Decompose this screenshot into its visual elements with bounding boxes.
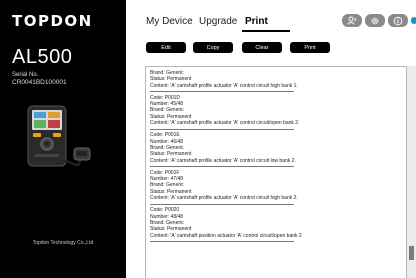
edit-button[interactable]: Edit: [146, 42, 186, 53]
tab-my-device[interactable]: My Device: [146, 16, 193, 27]
tab-upgrade[interactable]: Upgrade: [199, 16, 237, 27]
print-button[interactable]: Print: [290, 42, 330, 53]
copy-button[interactable]: Copy: [193, 42, 233, 53]
entry-line: Content: 'A' camshaft profile actuator '…: [150, 82, 298, 89]
user-icon[interactable]: [342, 14, 362, 27]
list-item: Code: P001D Number: 45/48 Brand: Generic…: [150, 95, 405, 126]
clear-button[interactable]: Clear: [242, 42, 282, 53]
print-content-area[interactable]: Brand: Generic Status: Permanent Content…: [145, 66, 407, 278]
list-item: Code: P001E Number: 46/48 Brand: Generic…: [150, 132, 405, 163]
active-tab-indicator: [242, 30, 290, 32]
info-icon[interactable]: [388, 14, 408, 27]
entry-line: Content: 'A' camshaft profile actuator '…: [150, 195, 298, 202]
list-item: Brand: Generic Status: Permanent Content…: [150, 70, 405, 89]
tab-print[interactable]: Print: [245, 16, 268, 27]
list-item: Code: P001F Number: 47/48 Brand: Generic…: [150, 170, 405, 201]
serial-label: Serial No.: [12, 72, 39, 78]
separator: [150, 91, 294, 93]
list-item: Code: P0020 Number: 48/48 Brand: Generic…: [150, 207, 405, 238]
separator: [150, 166, 294, 168]
separator: [150, 203, 294, 205]
scanner-device-image: [27, 105, 91, 167]
company-name: Topdon Technology Co.,Ltd: [32, 240, 94, 246]
entry-line: Content: 'A' camshaft position actuator …: [150, 232, 304, 239]
device-model: AL500: [12, 46, 73, 68]
separator: [150, 241, 294, 243]
report-text: Brand: Generic Status: Permanent Content…: [150, 70, 405, 245]
serial-value: CR0041BD100001: [12, 79, 67, 86]
entry-line: Content: 'A' camshaft profile actuator '…: [150, 157, 296, 164]
scrollbar-thumb[interactable]: [409, 246, 414, 260]
status-dot: [411, 17, 416, 24]
entry-line: Content: 'A' camshaft profile actuator '…: [150, 120, 300, 127]
separator: [150, 128, 294, 130]
brand-logo: TOPDON: [12, 12, 93, 30]
device-sidebar: TOPDON AL500 Serial No. CR0041BD100001 T…: [0, 0, 126, 278]
settings-icon[interactable]: [365, 14, 385, 27]
